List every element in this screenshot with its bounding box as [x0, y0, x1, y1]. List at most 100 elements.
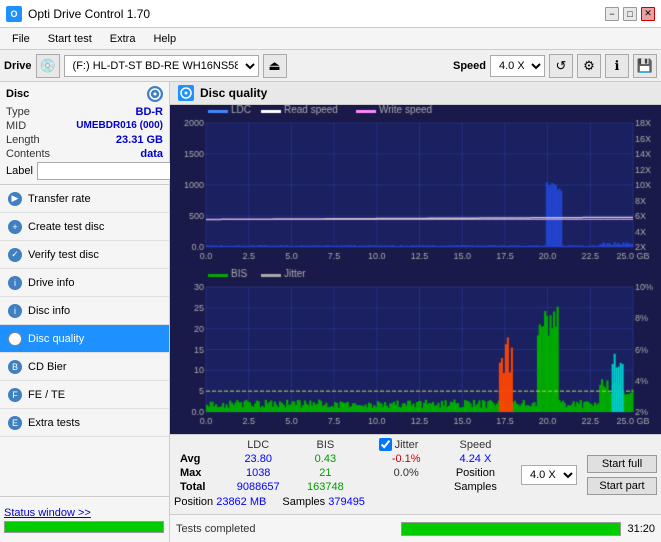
stats-total-ldc: 9088657	[223, 480, 294, 494]
app-icon: O	[6, 6, 22, 22]
speed-label: Speed	[453, 60, 486, 72]
position-label2: Position	[174, 496, 216, 508]
sidebar: Disc Type BD-R MID UMEBDR016 (000) Lengt…	[0, 82, 170, 542]
info-button[interactable]: ℹ	[605, 54, 629, 78]
disc-mid-value: UMEBDR016 (000)	[76, 120, 163, 132]
disc-quality-header: Disc quality	[170, 82, 661, 105]
nav-disc-info[interactable]: i Disc info	[0, 297, 169, 325]
bottom-bar: Tests completed 31:20	[170, 514, 661, 542]
stats-total-label: Total	[174, 480, 223, 494]
titlebar-controls: − □ ✕	[605, 7, 655, 21]
app-title: Opti Drive Control 1.70	[28, 7, 150, 21]
charts-area	[170, 105, 661, 434]
disc-length-label: Length	[6, 134, 40, 146]
stats-total-bis: 163748	[294, 480, 357, 494]
menu-file[interactable]: File	[4, 31, 38, 47]
stats-col-jitter-check: Jitter	[373, 437, 440, 452]
verify-test-disc-icon: ✓	[8, 248, 22, 262]
titlebar-left: O Opti Drive Control 1.70	[6, 6, 150, 22]
titlebar: O Opti Drive Control 1.70 − □ ✕	[0, 0, 661, 28]
stats-avg-bis: 0.43	[294, 452, 357, 466]
disc-panel: Disc Type BD-R MID UMEBDR016 (000) Lengt…	[0, 82, 169, 185]
start-part-button[interactable]: Start part	[587, 477, 657, 495]
drive-icon: 💿	[36, 54, 60, 78]
disc-label-row: Label ⚙	[6, 162, 163, 180]
status-window-button[interactable]: Status window >>	[4, 507, 165, 519]
drive-info-icon: i	[8, 276, 22, 290]
disc-type-value: BD-R	[136, 106, 164, 118]
disc-type-label: Type	[6, 106, 30, 118]
status-bar: Status window >>	[0, 496, 169, 542]
samples-row: Samples 379495	[282, 496, 365, 508]
position-label: Position	[456, 467, 495, 479]
menu-extra[interactable]: Extra	[102, 31, 144, 47]
settings-button[interactable]: ⚙	[577, 54, 601, 78]
disc-type-row: Type BD-R	[6, 106, 163, 118]
eject-button[interactable]: ⏏	[263, 54, 287, 78]
disc-mid-row: MID UMEBDR016 (000)	[6, 120, 163, 132]
toolbar: Drive 💿 (F:) HL-DT-ST BD-RE WH16NS58 TST…	[0, 50, 661, 82]
jitter-checkbox[interactable]	[379, 438, 392, 451]
samples-label2: Samples	[282, 496, 328, 508]
menubar: File Start test Extra Help	[0, 28, 661, 50]
speed-select[interactable]: 4.0 X	[490, 55, 545, 77]
speed-dropdown[interactable]: 4.0 X	[521, 465, 577, 485]
extra-tests-icon: E	[8, 416, 22, 430]
stats-bar: LDC BIS Jitter Speed	[170, 434, 661, 514]
disc-icon	[147, 86, 163, 102]
stats-avg-label: Avg	[174, 452, 223, 466]
drive-label: Drive	[4, 60, 32, 72]
stats-col-ldc: LDC	[223, 437, 294, 452]
nav-drive-info[interactable]: i Drive info	[0, 269, 169, 297]
chart-canvas	[170, 105, 661, 434]
disc-quality-icon: ●	[8, 332, 22, 346]
position-row: Position 23862 MB	[174, 496, 266, 508]
nav-verify-test-disc[interactable]: ✓ Verify test disc	[0, 241, 169, 269]
position-value: 23862 MB	[216, 496, 266, 508]
bottom-time: 31:20	[627, 523, 655, 535]
disc-mid-label: MID	[6, 120, 26, 132]
main: Disc Type BD-R MID UMEBDR016 (000) Lengt…	[0, 82, 661, 542]
disc-length-row: Length 23.31 GB	[6, 134, 163, 146]
cd-bier-icon: B	[8, 360, 22, 374]
nav-list: ▶ Transfer rate + Create test disc ✓ Ver…	[0, 185, 169, 496]
start-full-button[interactable]: Start full	[587, 455, 657, 473]
stats-col-bis: BIS	[294, 437, 357, 452]
disc-label-input[interactable]	[37, 162, 175, 180]
disc-header: Disc	[6, 86, 163, 102]
stats-col-empty	[174, 437, 223, 452]
sidebar-progress-bar	[4, 521, 164, 533]
nav-create-test-disc[interactable]: + Create test disc	[0, 213, 169, 241]
nav-extra-tests[interactable]: E Extra tests	[0, 409, 169, 437]
stats-col-speed-head: Speed	[440, 437, 511, 452]
content-area: Disc quality LDC BIS	[170, 82, 661, 542]
drive-select[interactable]: (F:) HL-DT-ST BD-RE WH16NS58 TST4	[64, 55, 259, 77]
nav-cd-bier[interactable]: B CD Bier	[0, 353, 169, 381]
minimize-button[interactable]: −	[605, 7, 619, 21]
disc-panel-title: Disc	[6, 88, 29, 100]
refresh-button[interactable]: ↺	[549, 54, 573, 78]
fe-te-icon: F	[8, 388, 22, 402]
maximize-button[interactable]: □	[623, 7, 637, 21]
menu-help[interactable]: Help	[145, 31, 184, 47]
transfer-rate-icon: ▶	[8, 192, 22, 206]
menu-start-test[interactable]: Start test	[40, 31, 100, 47]
disc-contents-label: Contents	[6, 148, 50, 160]
nav-transfer-rate[interactable]: ▶ Transfer rate	[0, 185, 169, 213]
stats-max-ldc: 1038	[223, 466, 294, 480]
disc-contents-value: data	[140, 148, 163, 160]
nav-fe-te[interactable]: F FE / TE	[0, 381, 169, 409]
disc-contents-row: Contents data	[6, 148, 163, 160]
bottom-status-text: Tests completed	[176, 523, 255, 535]
nav-disc-quality[interactable]: ● Disc quality	[0, 325, 169, 353]
stats-max-jitter: 0.0%	[373, 466, 440, 480]
sidebar-progress-fill	[5, 522, 163, 532]
stats-max-label: Max	[174, 466, 223, 480]
stats-speed-val: 4.24 X	[440, 452, 511, 466]
bottom-progress-fill	[402, 523, 620, 535]
stats-max-bis: 21	[294, 466, 357, 480]
samples-label: Samples	[454, 481, 497, 493]
close-button[interactable]: ✕	[641, 7, 655, 21]
samples-value: 379495	[328, 496, 365, 508]
save-button[interactable]: 💾	[633, 54, 657, 78]
